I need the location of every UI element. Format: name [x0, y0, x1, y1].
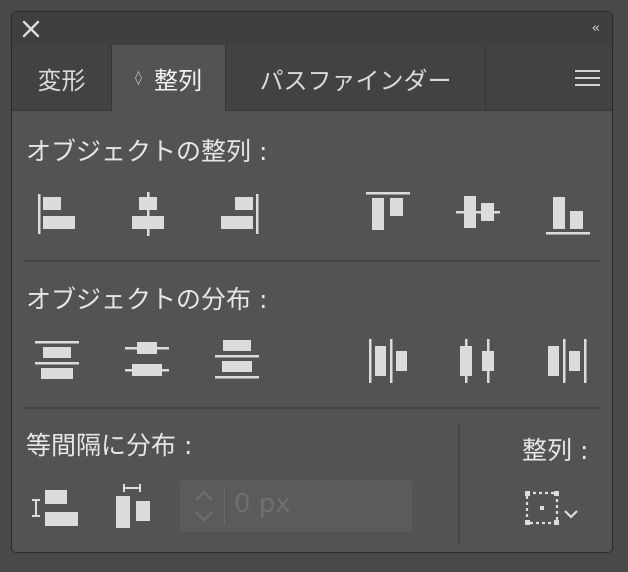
- vertical-distribute-center-icon[interactable]: [124, 338, 170, 382]
- tab-transform[interactable]: 変形: [12, 45, 112, 111]
- tab-label: パスファインダー: [259, 66, 452, 95]
- section-divider: [24, 407, 600, 409]
- tab-bar: 変形 ◊ 整列 パスファインダー: [12, 45, 612, 111]
- vertical-align-top-icon[interactable]: [364, 192, 412, 236]
- spacing-value: 0 px: [234, 489, 291, 519]
- field-separator: [224, 488, 225, 524]
- panel-menu-icon[interactable]: [562, 45, 612, 111]
- tab-label: 変形: [37, 66, 86, 95]
- vertical-divider: [458, 424, 460, 544]
- spacing-input[interactable]: 0 px: [180, 480, 412, 532]
- align-objects-title: オブジェクトの整列 :: [26, 137, 268, 166]
- tab-label: 整列: [153, 66, 202, 95]
- distribute-objects-title: オブジェクトの分布 :: [26, 285, 268, 314]
- horizontal-distribute-center-icon[interactable]: [456, 338, 500, 384]
- tab-options-icon: ◊: [135, 70, 142, 86]
- spinner-arrows-icon[interactable]: [192, 486, 216, 526]
- horizontal-align-right-icon[interactable]: [216, 192, 260, 236]
- collapse-panel-icon[interactable]: ‹‹: [592, 21, 601, 36]
- horizontal-align-left-icon[interactable]: [36, 192, 80, 236]
- horizontal-align-center-icon[interactable]: [126, 192, 170, 236]
- horizontal-distribute-space-icon[interactable]: [112, 484, 158, 530]
- vertical-align-center-icon[interactable]: [454, 192, 502, 236]
- horizontal-distribute-right-icon[interactable]: [546, 338, 590, 384]
- close-icon[interactable]: [22, 20, 40, 38]
- panel-titlebar: ‹‹: [12, 12, 612, 45]
- chevron-down-icon[interactable]: [563, 504, 579, 523]
- tab-pathfinder[interactable]: パスファインダー: [226, 45, 486, 111]
- horizontal-distribute-left-icon[interactable]: [366, 338, 410, 384]
- vertical-distribute-bottom-icon[interactable]: [214, 338, 260, 382]
- vertical-align-bottom-icon[interactable]: [544, 192, 592, 236]
- vertical-distribute-top-icon[interactable]: [34, 338, 80, 382]
- section-divider: [24, 260, 600, 262]
- align-to-selection-icon[interactable]: [524, 490, 560, 526]
- align-panel: ‹‹ 変形 ◊ 整列 パスファインダー オブジェクトの整列 : オブジェクトの分…: [11, 11, 613, 553]
- align-to-title: 整列 :: [522, 436, 589, 465]
- vertical-distribute-space-icon[interactable]: [32, 488, 82, 528]
- tab-align[interactable]: ◊ 整列: [112, 45, 226, 111]
- distribute-spacing-title: 等間隔に分布 :: [26, 431, 193, 460]
